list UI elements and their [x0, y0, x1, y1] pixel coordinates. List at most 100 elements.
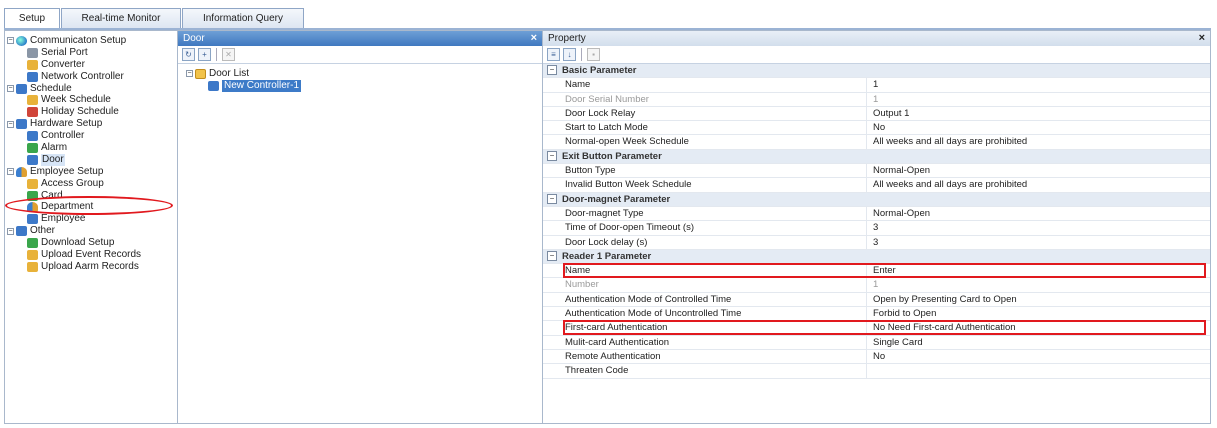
nav-item-label: Week Schedule	[41, 94, 111, 106]
nav-item[interactable]: Door	[7, 153, 141, 166]
property-row[interactable]: Start to Latch Mode No	[543, 121, 1210, 136]
person-icon	[27, 214, 38, 225]
employee-icon	[16, 166, 27, 177]
delete-icon[interactable]: ✕	[222, 48, 235, 61]
property-label: Door Serial Number	[543, 92, 867, 106]
property-row[interactable]: Door Lock delay (s) 3	[543, 235, 1210, 250]
nav-item[interactable]: − Employee Setup	[7, 166, 141, 178]
door-list-node[interactable]: − Door List	[186, 68, 301, 80]
collapse-icon[interactable]: −	[7, 120, 14, 128]
converter-icon	[27, 59, 38, 70]
property-value[interactable]: All weeks and all days are prohibited	[867, 135, 1210, 148]
collapse-icon[interactable]: −	[547, 65, 557, 76]
category-label: Reader 1 Parameter	[562, 250, 652, 262]
property-label: Button Type	[543, 164, 867, 178]
nav-item[interactable]: − Other	[7, 225, 141, 237]
property-category[interactable]: − Exit Button Parameter	[543, 149, 1210, 165]
property-category[interactable]: − Reader 1 Parameter	[543, 249, 1210, 265]
collapse-icon[interactable]: −	[7, 85, 14, 92]
nav-item[interactable]: Serial Port	[7, 47, 141, 59]
collapse-icon[interactable]: −	[547, 151, 557, 162]
collapse-icon[interactable]: −	[7, 168, 14, 176]
folder-icon	[195, 68, 206, 79]
nav-item[interactable]: − Communicaton Setup	[7, 35, 141, 47]
property-row[interactable]: Invalid Button Week Schedule All weeks an…	[543, 178, 1210, 193]
nav-item[interactable]: Upload Aarm Records	[7, 261, 141, 273]
property-row[interactable]: Mulit-card Authentication Single Card	[543, 335, 1210, 350]
property-value[interactable]: Forbid to Open	[867, 307, 1210, 320]
collapse-icon[interactable]: −	[7, 37, 14, 45]
collapse-icon[interactable]: −	[7, 227, 14, 235]
property-value[interactable]: Single Card	[867, 336, 1210, 349]
property-row[interactable]: Time of Door-open Timeout (s) 3	[543, 221, 1210, 236]
property-row[interactable]: Number 1	[543, 278, 1210, 293]
property-value[interactable]: 3	[867, 236, 1210, 249]
property-toolbar: ≡ ↓ ▪	[543, 46, 1210, 64]
collapse-icon[interactable]: −	[186, 70, 193, 78]
property-value[interactable]: Output 1	[867, 107, 1210, 120]
property-label: Number	[543, 278, 867, 292]
other-icon	[16, 226, 27, 237]
network-controller-icon	[27, 71, 38, 82]
main-tabs: Setup Real-time Monitor Information Quer…	[4, 8, 305, 29]
property-label: Normal-open Week Schedule	[543, 135, 867, 149]
collapse-icon[interactable]: −	[547, 251, 557, 262]
property-value[interactable]: 3	[867, 221, 1210, 234]
property-row[interactable]: Door-magnet Type Normal-Open	[543, 206, 1210, 222]
refresh-icon[interactable]: ↻	[182, 48, 195, 61]
property-value[interactable]: Open by Presenting Card to Open	[867, 293, 1210, 306]
property-value[interactable]: Normal-Open	[867, 164, 1210, 177]
controller-node[interactable]: New Controller-1	[186, 79, 302, 92]
nav-item[interactable]: Network Controller	[7, 71, 141, 83]
collapse-icon[interactable]: −	[547, 194, 557, 205]
property-panel: Property × ≡ ↓ ▪ − Basic Parameter Name 1 Do…	[542, 30, 1211, 424]
property-category[interactable]: − Door-magnet Parameter	[543, 192, 1210, 207]
nav-item-label: Upload Aarm Records	[41, 260, 139, 272]
nav-item[interactable]: Access Group	[7, 178, 141, 190]
nav-item[interactable]: Converter	[7, 59, 141, 71]
add-door-icon[interactable]: +	[198, 48, 211, 61]
nav-item-label: Serial Port	[41, 46, 88, 58]
property-category[interactable]: − Basic Parameter	[543, 64, 1210, 79]
nav-item[interactable]: Controller	[7, 130, 141, 142]
nav-item-label: Holiday Schedule	[41, 106, 119, 118]
nav-item[interactable]: Week Schedule	[7, 94, 141, 106]
property-row[interactable]: Threaten Code	[543, 364, 1210, 379]
nav-item[interactable]: Download Setup	[7, 237, 141, 249]
sort-alphabetical-icon[interactable]: ↓	[563, 48, 576, 61]
property-row[interactable]: Button Type Normal-Open	[543, 164, 1210, 179]
property-row[interactable]: Name 1	[543, 78, 1210, 93]
auth-mode-highlight	[563, 320, 1206, 335]
property-value[interactable]: No	[867, 121, 1210, 134]
tab-realtime-monitor[interactable]: Real-time Monitor	[61, 8, 181, 28]
nav-item[interactable]: Employee	[7, 213, 141, 225]
categorized-icon[interactable]: ≡	[547, 48, 560, 61]
tab-information-query[interactable]: Information Query	[182, 8, 304, 28]
property-value[interactable]: All weeks and all days are prohibited	[867, 178, 1210, 191]
property-row[interactable]: Remote Authentication No	[543, 349, 1210, 365]
nav-item[interactable]: − Hardware Setup	[7, 118, 141, 130]
door-panel: Door × ↻ + ✕ − Door List New Controller-…	[177, 30, 543, 424]
property-panel-close-icon[interactable]: ×	[1199, 31, 1205, 46]
property-value[interactable]: 1	[867, 78, 1210, 91]
door-panel-close-icon[interactable]: ×	[531, 31, 537, 46]
property-row[interactable]: Authentication Mode of Controlled Time Op…	[543, 292, 1210, 308]
nav-item[interactable]: Upload Event Records	[7, 249, 141, 261]
category-label: Exit Button Parameter	[562, 150, 662, 162]
nav-item-label: Employee Setup	[30, 165, 104, 177]
nav-item-label: Download Setup	[41, 237, 115, 249]
nav-item[interactable]: − Schedule	[7, 83, 141, 95]
property-value[interactable]: No	[867, 350, 1210, 363]
globe-icon	[16, 35, 27, 46]
property-row[interactable]: Door Lock Relay Output 1	[543, 106, 1210, 122]
property-row[interactable]: Door Serial Number 1	[543, 92, 1210, 107]
property-label: Door Lock Relay	[543, 106, 867, 121]
property-value[interactable]	[867, 364, 1210, 377]
save-icon[interactable]: ▪	[587, 48, 600, 61]
nav-item[interactable]: Holiday Schedule	[7, 106, 141, 118]
property-row[interactable]: Normal-open Week Schedule All weeks and a…	[543, 135, 1210, 150]
nav-item[interactable]: Alarm	[7, 142, 141, 154]
nav-item-label: Upload Event Records	[41, 249, 142, 261]
property-value[interactable]: Normal-Open	[867, 207, 1210, 220]
tab-setup[interactable]: Setup	[4, 8, 60, 29]
